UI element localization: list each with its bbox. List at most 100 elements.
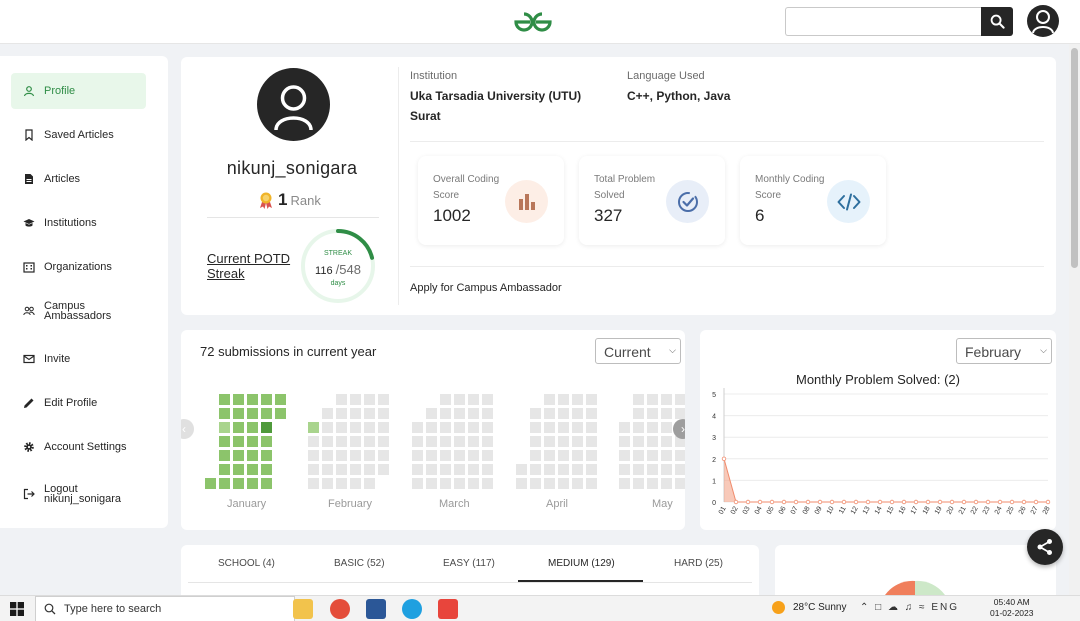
search-input[interactable] [785,7,981,36]
data-point[interactable] [769,499,775,505]
tab-easy[interactable]: EASY (117) [443,558,495,569]
stat-icon-wrap [666,180,709,223]
sidebar-item-campus-ambassadors[interactable]: Campus Ambassadors [11,293,146,329]
data-point[interactable] [865,499,871,505]
heatmap-cell [661,450,672,461]
heatmap-cell [647,478,658,489]
taskbar-search[interactable]: Type here to search [35,596,295,621]
heatmap-cell [440,408,451,419]
data-point[interactable] [1009,499,1015,505]
tab-hard[interactable]: HARD (25) [674,558,723,569]
x-tick-label: 15 [886,505,896,515]
heatmap-cell [544,436,555,447]
username: nikunj_sonigara [226,158,358,178]
data-point[interactable] [973,499,979,505]
data-point[interactable] [805,499,811,505]
sidebar-item-articles[interactable]: Articles [11,161,146,197]
app-icon[interactable] [438,599,458,619]
heatmap-cell [233,450,244,461]
x-tick-label: 21 [958,505,968,515]
clock[interactable]: 05:40 AM 01-02-2023 [990,597,1033,619]
sidebar-item-invite[interactable]: Invite [11,341,146,377]
search-button[interactable] [981,7,1013,36]
data-point[interactable] [721,456,727,461]
heatmap-cell [619,436,630,447]
heatmap-cell [233,478,244,489]
data-point[interactable] [745,499,751,505]
share-button[interactable] [1027,529,1063,565]
file-explorer-icon[interactable] [293,599,313,619]
tab-school[interactable]: SCHOOL (4) [218,558,275,569]
language-indicator[interactable]: ENG [931,602,959,613]
data-point[interactable] [925,499,931,505]
data-point[interactable] [889,499,895,505]
heatmap-cell [364,464,375,475]
heatmap-cell [233,422,244,433]
data-point[interactable] [853,499,859,505]
data-point[interactable] [757,499,763,505]
data-point[interactable] [985,499,991,505]
heatmap-cell [619,422,630,433]
data-point[interactable] [913,499,919,505]
x-tick-label: 04 [754,505,764,515]
scrollbar-thumb[interactable] [1071,48,1078,268]
data-point[interactable] [997,499,1003,505]
campus-ambassador-link[interactable]: Apply for Campus Ambassador [410,282,562,294]
sidebar-item-saved-articles[interactable]: Saved Articles [11,117,146,153]
code-icon [837,193,860,210]
heatmap-cell [378,436,389,447]
data-point[interactable] [949,499,955,505]
data-point[interactable] [901,499,907,505]
y-tick-label: 5 [712,392,716,399]
data-point[interactable] [829,499,835,505]
tab-medium[interactable]: MEDIUM (129) [548,558,615,569]
heatmap-cell [661,478,672,489]
heatmap-cell [412,450,423,461]
heatmap-cell [530,450,541,461]
potd-streak-link[interactable]: Current POTD Streak [207,251,302,281]
heatmap-cell [440,394,451,405]
sidebar-item-edit-profile[interactable]: Edit Profile [11,385,146,421]
data-point[interactable] [781,499,787,505]
sidebar-item-logout[interactable]: Logout nikunj_sonigara [11,476,146,512]
gfg-logo[interactable] [510,8,556,36]
language-label: Language Used [627,70,705,82]
user-avatar-button[interactable] [1027,5,1059,37]
word-icon[interactable] [366,599,386,619]
heatmap-cell [468,394,479,405]
heatmap-cell [364,408,375,419]
data-point[interactable] [793,499,799,505]
heatmap-cell [586,436,597,447]
heatmap-cell [308,422,319,433]
data-point[interactable] [937,499,943,505]
data-point[interactable] [1045,499,1051,505]
data-point[interactable] [961,499,967,505]
data-point[interactable] [817,499,823,505]
data-point[interactable] [733,499,739,505]
stat-value: 327 [594,206,623,225]
windows-start-icon[interactable] [10,602,24,616]
chrome-icon[interactable] [330,599,350,619]
system-tray[interactable]: ⌃ □ ☁ ♫ ≈ ENG [860,602,959,613]
user-icon [23,86,35,97]
chevron-left-icon: ‹ [182,422,186,436]
sidebar-item-profile[interactable]: Profile [11,73,146,109]
heatmap-cell [247,450,258,461]
tab-basic[interactable]: BASIC (52) [334,558,385,569]
weather-widget[interactable]: 28°C Sunny [772,601,846,614]
medal-icon [260,192,272,209]
heatmap-cell [322,422,333,433]
heatmap-cell [440,478,451,489]
page-scrollbar[interactable] [1069,44,1080,595]
sidebar-item-account-settings[interactable]: Account Settings [11,429,146,465]
data-point[interactable] [877,499,883,505]
edge-icon[interactable] [402,599,422,619]
heatmap-cell [261,436,272,447]
sidebar-item-organizations[interactable]: Organizations [11,249,146,285]
heatmap-cell [308,450,319,461]
stat-card-overall-score: Overall Coding Score 1002 [418,156,564,245]
data-point[interactable] [1021,499,1027,505]
sidebar-item-institutions[interactable]: Institutions [11,205,146,241]
data-point[interactable] [1033,499,1039,505]
data-point[interactable] [841,499,847,505]
